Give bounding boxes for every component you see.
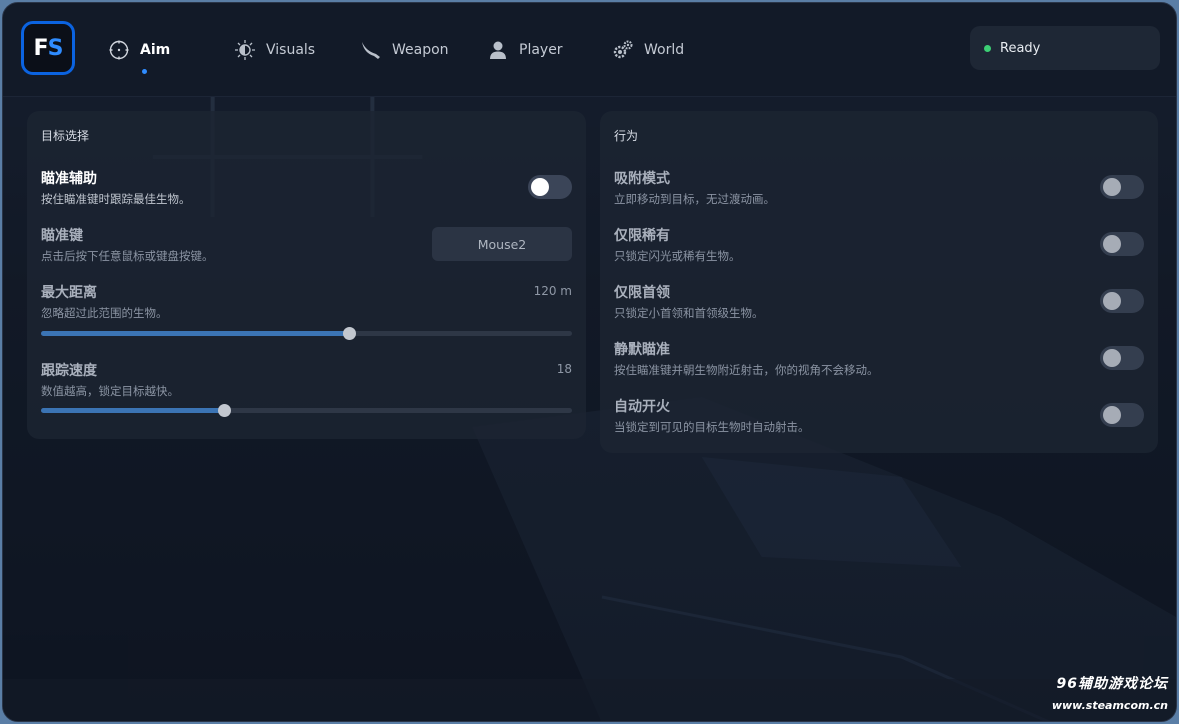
panel-title: 行为 — [614, 129, 639, 143]
snap-mode-toggle[interactable] — [1100, 175, 1144, 199]
scimitar-icon — [362, 42, 380, 59]
toggle-knob — [1103, 292, 1121, 310]
slider-fill — [41, 331, 349, 336]
status-badge: Ready — [970, 26, 1160, 70]
max-distance-desc: 忽略超过此范围的生物。 — [41, 306, 168, 320]
tab-aim-label: Aim — [140, 42, 171, 58]
person-icon — [490, 41, 506, 59]
boss-only-desc: 只锁定小首领和首领级生物。 — [614, 306, 764, 320]
target-selection-panel: 目标选择 瞄准辅助 按住瞄准键时跟踪最佳生物。 瞄准键 点击后按下任意鼠标或键盘… — [27, 111, 586, 439]
behavior-panel: 行为 吸附模式立即移动到目标，无过渡动画。 仅限稀有只锁定闪光或稀有生物。 仅限首领… — [600, 111, 1158, 453]
tab-visuals-label: Visuals — [266, 42, 316, 58]
tab-world-label: World — [644, 42, 685, 58]
rare-only-title: 仅限稀有 — [614, 228, 670, 244]
footer-strip — [3, 679, 1176, 721]
slider-fill — [41, 408, 225, 413]
crosshair-icon — [109, 40, 129, 60]
max-distance-slider[interactable] — [41, 327, 572, 340]
snap-mode-title: 吸附模式 — [614, 171, 670, 187]
rare-only-desc: 只锁定闪光或稀有生物。 — [614, 249, 741, 263]
snap-mode-desc: 立即移动到目标，无过渡动画。 — [614, 192, 775, 206]
tab-weapon-label: Weapon — [392, 42, 449, 58]
toggle-knob — [1103, 349, 1121, 367]
auto-fire-desc: 当锁定到可见的目标生物时自动射击。 — [614, 420, 810, 434]
aim-assist-desc: 按住瞄准键时跟踪最佳生物。 — [41, 192, 191, 206]
auto-fire-toggle[interactable] — [1100, 403, 1144, 427]
tab-weapon[interactable]: Weapon — [360, 37, 449, 63]
tab-visuals[interactable]: Visuals — [234, 37, 315, 63]
slider-thumb[interactable] — [218, 404, 232, 417]
rare-only-toggle[interactable] — [1100, 232, 1144, 256]
toggle-knob — [1103, 178, 1121, 196]
toggle-knob — [1103, 406, 1121, 424]
panel-title: 目标选择 — [41, 129, 90, 143]
slider-thumb[interactable] — [342, 327, 356, 340]
tab-player-label: Player — [519, 42, 563, 58]
tab-world[interactable]: World — [612, 37, 684, 63]
silent-aim-desc: 按住瞄准键并朝生物附近射击，你的视角不会移动。 — [614, 363, 879, 377]
toggle-knob — [531, 178, 549, 196]
tab-player[interactable]: Player — [487, 37, 563, 63]
tab-aim[interactable]: Aim — [108, 37, 170, 63]
track-speed-slider[interactable] — [41, 404, 572, 417]
aim-key-title: 瞄准键 — [41, 228, 83, 244]
max-distance-value: 120 m — [533, 284, 572, 298]
track-speed-title: 跟踪速度 — [41, 363, 97, 379]
watermark-line2: www.steamcom.cn — [1051, 699, 1168, 712]
status-label: Ready — [1000, 40, 1041, 56]
toggle-knob — [1103, 235, 1121, 253]
watermark-line1: 96辅助游戏论坛 — [1056, 676, 1168, 692]
silent-aim-title: 静默瞄准 — [614, 342, 670, 358]
aim-assist-title: 瞄准辅助 — [41, 171, 97, 187]
boss-only-toggle[interactable] — [1100, 289, 1144, 313]
aim-assist-toggle[interactable] — [528, 175, 572, 199]
top-nav-bar: FS Aim Visuals Weapon Player World Ready — [3, 3, 1176, 97]
silent-aim-toggle[interactable] — [1100, 346, 1144, 370]
watermark: 96辅助游戏论坛 www.steamcom.cn — [1052, 673, 1168, 712]
aim-key-desc: 点击后按下任意鼠标或键盘按键。 — [41, 249, 214, 263]
gears-icon — [613, 40, 633, 59]
boss-only-title: 仅限首领 — [614, 285, 670, 301]
app-logo: FS — [21, 21, 75, 75]
active-tab-indicator — [142, 69, 147, 74]
status-dot-icon — [984, 44, 991, 52]
auto-fire-title: 自动开火 — [614, 399, 670, 415]
aim-key-bind-button[interactable]: Mouse2 — [432, 227, 572, 261]
track-speed-value: 18 — [556, 362, 572, 376]
track-speed-desc: 数值越高，锁定目标越快。 — [41, 384, 179, 398]
max-distance-title: 最大距离 — [41, 285, 97, 301]
sun-eye-icon — [235, 40, 255, 60]
app-window: FS Aim Visuals Weapon Player World Ready — [2, 2, 1177, 722]
